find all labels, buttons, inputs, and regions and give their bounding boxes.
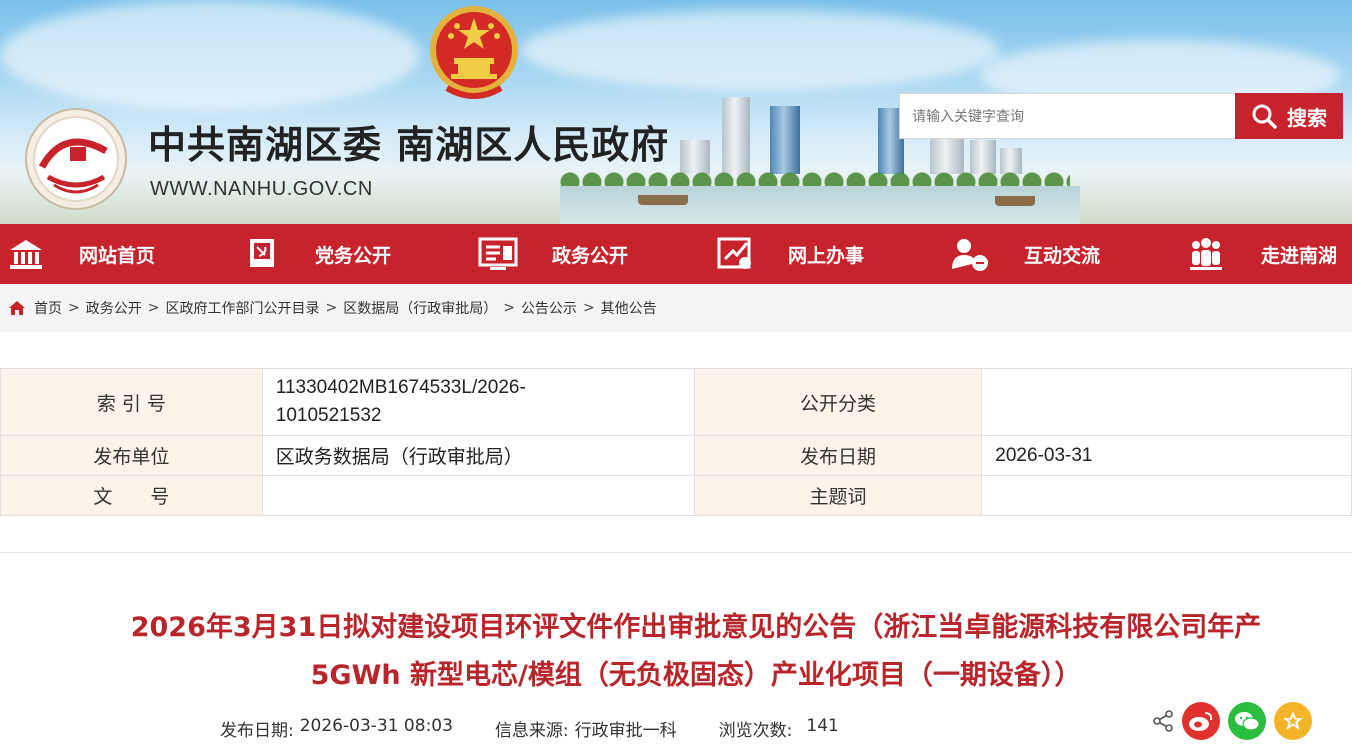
views-count: 141	[806, 716, 839, 736]
breadcrumb-link[interactable]: 首页	[34, 298, 62, 318]
publish-time-label: 发布日期:	[220, 721, 294, 741]
views-label: 浏览次数:	[718, 721, 793, 741]
nav-item-online-services[interactable]: 网上办事	[717, 224, 864, 284]
index-number-line: 1010521532	[275, 405, 382, 426]
category-value	[981, 368, 1352, 436]
publisher-label: 发布单位	[0, 435, 263, 476]
search-button[interactable]: 搜索	[1235, 93, 1343, 139]
keywords-label: 主题词	[693, 475, 983, 516]
document-list-icon	[478, 237, 518, 270]
search-icon	[1252, 104, 1277, 129]
nav-item-government-affairs[interactable]: 政务公开	[478, 224, 628, 284]
nav-label: 政务公开	[552, 244, 629, 267]
nav-item-interaction[interactable]: 互动交流	[950, 224, 1100, 284]
breadcrumb-current[interactable]: 其他公告	[601, 298, 657, 318]
online-service-icon	[717, 237, 751, 269]
article-title-line: 2026年3月31日拟对建设项目环评文件作出审批意见的公告（浙江当卓能源科技有限…	[130, 612, 1262, 643]
category-label: 公开分类	[693, 368, 983, 436]
breadcrumb-separator: >	[325, 300, 338, 316]
breadcrumb-separator: >	[147, 300, 160, 316]
index-number-line: 11330402MB1674533L/2026-	[275, 377, 526, 398]
red-boat	[638, 195, 688, 205]
table-row: 文 号 主题词	[0, 475, 1352, 516]
red-boat	[995, 196, 1035, 206]
share-bar	[1152, 702, 1312, 740]
nav-label: 党务公开	[315, 244, 392, 267]
document-number-value	[261, 475, 695, 516]
people-group-icon	[1190, 238, 1222, 270]
favorite-star-icon	[1283, 711, 1303, 730]
publish-date-label: 发布日期	[693, 435, 983, 476]
site-title: 中共南湖区委 南湖区人民政府	[148, 123, 670, 167]
source-label: 信息来源:	[494, 721, 569, 741]
breadcrumb-separator: >	[68, 300, 80, 316]
weibo-share-button[interactable]	[1182, 702, 1220, 740]
breadcrumb-link[interactable]: 政务公开	[86, 298, 142, 318]
main-nav: 网站首页 党务公开 政务公开 网上办事 互动交流 走进南湖	[0, 224, 1352, 284]
source-value: 行政审批一科	[574, 721, 677, 741]
skyline-building	[722, 97, 750, 175]
article-title: 2026年3月31日拟对建设项目环评文件作出审批意见的公告（浙江当卓能源科技有限…	[40, 604, 1352, 700]
favorite-button[interactable]	[1274, 702, 1312, 740]
site-url: WWW.NANHU.GOV.CN	[150, 178, 373, 200]
article-info: 发布日期: 2026-03-31 08:03 信息来源: 行政审批一科 浏览次数…	[220, 716, 839, 741]
breadcrumb: 首页 > 政务公开 > 区政府工作部门公开目录 > 区数据局（行政审批局） > …	[0, 284, 1352, 332]
search-input[interactable]: 请输入关键字查询	[899, 93, 1236, 139]
weibo-icon	[1189, 712, 1213, 731]
index-number-label: 索 引 号	[0, 368, 263, 436]
document-meta-table: 索 引 号 11330402MB1674533L/2026- 101052153…	[0, 368, 1352, 516]
index-number-value: 11330402MB1674533L/2026- 1010521532	[261, 368, 695, 436]
share-icon[interactable]	[1152, 710, 1174, 732]
table-row: 索 引 号 11330402MB1674533L/2026- 101052153…	[0, 368, 1352, 436]
header-banner: 中共南湖区委 南湖区人民政府 WWW.NANHU.GOV.CN 请输入关键字查询…	[0, 0, 1352, 224]
nav-item-home[interactable]: 网站首页	[8, 224, 155, 284]
home-icon	[9, 301, 25, 315]
breadcrumb-link[interactable]: 区政府工作部门公开目录	[165, 298, 319, 318]
wechat-icon	[1235, 712, 1260, 731]
publish-time-value: 2026-03-31 08:03	[299, 716, 453, 736]
article-title-line: 5GWh 新型电芯/模组（无负极固态）产业化项目（一期设备））	[310, 660, 1082, 691]
breadcrumb-separator: >	[503, 300, 515, 316]
user-chat-icon	[952, 239, 988, 271]
document-number-label: 文 号	[0, 475, 263, 516]
nav-item-party-affairs[interactable]: 党务公开	[247, 224, 391, 284]
search-button-label: 搜索	[1287, 105, 1327, 130]
publisher-value: 区政务数据局（行政审批局）	[261, 435, 695, 476]
breadcrumb-separator: >	[582, 300, 595, 316]
wechat-share-button[interactable]	[1228, 702, 1266, 740]
national-emblem-icon	[430, 6, 518, 99]
nav-label: 走进南湖	[1261, 244, 1338, 267]
party-flag-icon	[250, 239, 274, 267]
nav-label: 互动交流	[1024, 244, 1101, 267]
home-icon	[10, 240, 42, 269]
sky-cloud	[0, 0, 420, 110]
skyline-building	[770, 106, 800, 174]
publish-date-value: 2026-03-31	[981, 435, 1352, 476]
nav-label: 网站首页	[79, 244, 156, 267]
breadcrumb-link[interactable]: 区数据局（行政审批局）	[343, 298, 497, 318]
nanhu-logo-icon	[25, 108, 127, 210]
section-divider	[0, 552, 1352, 553]
sky-cloud	[520, 10, 1000, 90]
keywords-value	[981, 475, 1352, 516]
table-row: 发布单位 区政务数据局（行政审批局） 发布日期 2026-03-31	[0, 435, 1352, 476]
nav-item-about-nanhu[interactable]: 走进南湖	[1188, 224, 1337, 284]
nav-label: 网上办事	[788, 244, 865, 267]
breadcrumb-link[interactable]: 公告公示	[521, 298, 577, 318]
